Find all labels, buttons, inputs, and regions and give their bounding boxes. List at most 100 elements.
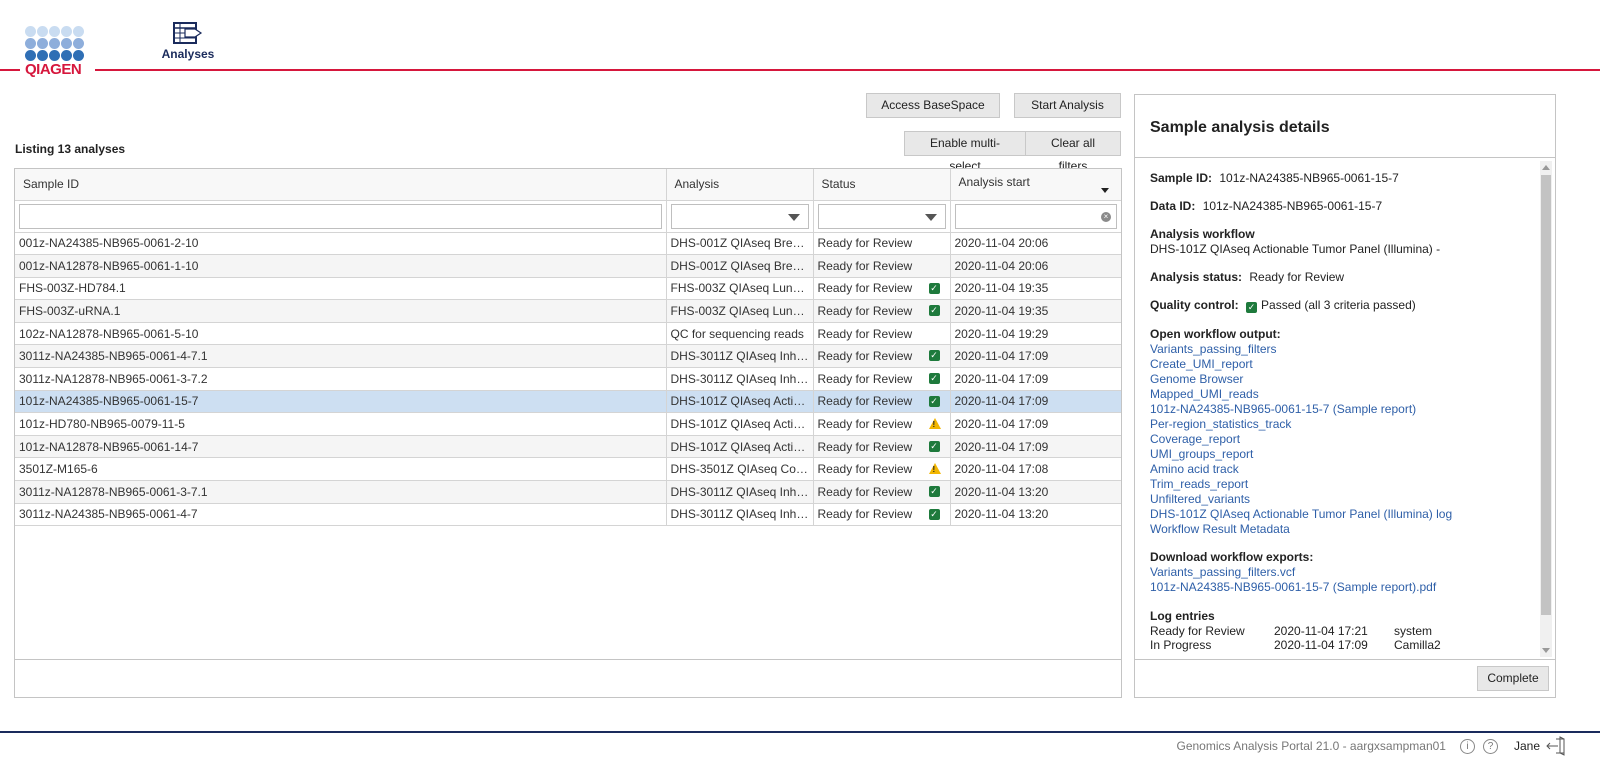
sample-id-cell: 3011z-NA24385-NB965-0061-4-7 <box>15 503 667 527</box>
analysis-filter-select[interactable] <box>670 203 809 229</box>
sample-id-label: Sample ID: <box>1150 171 1213 185</box>
log-status: In Progress <box>1150 638 1212 652</box>
workflow-output-link[interactable]: Create_UMI_report <box>1150 357 1540 372</box>
workflow-outputs-label: Open workflow output: <box>1150 327 1281 341</box>
sample-id-cell: FHS-003Z-HD784.1 <box>15 277 667 301</box>
workflow-output-link[interactable]: Workflow Result Metadata <box>1150 522 1540 537</box>
sample-id-field: Sample ID: 101z-NA24385-NB965-0061-15-7 <box>1150 171 1540 185</box>
analysis-cell: FHS-003Z QIAseq Lung ... <box>666 299 814 323</box>
workflow-output-link[interactable]: Genome Browser <box>1150 372 1540 387</box>
table-row[interactable]: 001z-NA12878-NB965-0061-1-10 DHS-001Z QIA… <box>15 254 1121 278</box>
quality-control-value: Passed (all 3 criteria passed) <box>1261 298 1416 312</box>
qc-passed-check-icon: ✓ <box>928 486 940 498</box>
complete-button[interactable]: Complete <box>1477 666 1549 691</box>
status-cell: Ready for Review <box>813 232 951 256</box>
table-row[interactable]: FHS-003Z-HD784.1 FHS-003Z QIAseq Lung ...… <box>15 277 1121 301</box>
analysis-cell: FHS-003Z QIAseq Lung ... <box>666 277 814 301</box>
sample-id-cell: 101z-HD780-NB965-0079-11-5 <box>15 412 667 436</box>
status-cell: Ready for Review ✓ <box>813 390 951 414</box>
table-row[interactable]: 101z-HD780-NB965-0079-11-5 DHS-101Z QIAse… <box>15 412 1121 436</box>
analysis-start-cell: 2020-11-04 17:09 <box>950 344 1121 369</box>
analysis-start-filter-input[interactable]: × <box>954 203 1117 229</box>
workflow-output-link[interactable]: Mapped_UMI_reads <box>1150 387 1540 402</box>
qc-passed-check-icon: ✓ <box>928 508 940 520</box>
workflow-output-link[interactable]: Coverage_report <box>1150 432 1540 447</box>
details-scrollbar[interactable] <box>1540 161 1552 657</box>
info-icon[interactable]: i <box>1459 738 1475 754</box>
listing-count: Listing 13 analyses <box>15 142 126 156</box>
start-analysis-button[interactable]: Start Analysis <box>1014 93 1121 118</box>
workflow-output-link[interactable]: 101z-NA24385-NB965-0061-15-7 (Sample rep… <box>1150 402 1540 417</box>
workflow-output-link[interactable]: Trim_reads_report <box>1150 477 1540 492</box>
workflow-output-link[interactable]: UMI_groups_report <box>1150 447 1540 462</box>
analysis-start-cell: 2020-11-04 17:09 <box>950 367 1121 391</box>
logo-wordmark: QIAGEN <box>25 61 82 78</box>
table-row[interactable]: 3011z-NA24385-NB965-0061-4-7.1 DHS-3011Z … <box>15 344 1121 369</box>
details-divider <box>1135 157 1555 158</box>
workflow-output-link[interactable]: Variants_passing_filters <box>1150 342 1540 357</box>
logout-icon[interactable] <box>1546 736 1568 756</box>
status-cell: Ready for Review ✓ <box>813 435 951 459</box>
table-row[interactable]: 3011z-NA24385-NB965-0061-4-7 DHS-3011Z QI… <box>15 503 1121 527</box>
details-title: Sample analysis details <box>1150 119 1330 136</box>
status-cell: Ready for Review ✓ <box>813 367 951 391</box>
scrollbar-thumb[interactable] <box>1541 175 1551 615</box>
qc-passed-check-icon: ✓ <box>928 282 940 294</box>
log-entries-label: Log entries <box>1150 609 1215 623</box>
qc-passed-check-icon: ✓ <box>928 373 940 385</box>
workflow-label: Analysis workflow <box>1150 227 1255 241</box>
scroll-up-icon[interactable] <box>1542 165 1550 170</box>
table-row[interactable]: 001z-NA24385-NB965-0061-2-10 DHS-001Z QIA… <box>15 232 1121 256</box>
table-row[interactable]: FHS-003Z-uRNA.1 FHS-003Z QIAseq Lung ... R… <box>15 299 1121 323</box>
qc-warning-icon: ! <box>928 418 941 430</box>
analysis-cell: DHS-101Z QIAseq Actio... <box>666 435 814 459</box>
workflow-export-link[interactable]: Variants_passing_filters.vcf <box>1150 565 1540 580</box>
table-row[interactable]: 101z-NA24385-NB965-0061-15-7 DHS-101Z QIA… <box>15 390 1121 414</box>
log-user: system <box>1394 624 1433 638</box>
status-filter-select[interactable] <box>817 203 946 229</box>
workflow-output-link[interactable]: Amino acid track <box>1150 462 1540 477</box>
workflow-export-link[interactable]: 101z-NA24385-NB965-0061-15-7 (Sample rep… <box>1150 580 1540 595</box>
log-time: 2020-11-04 17:09 <box>1274 638 1368 652</box>
column-header-status[interactable]: Status <box>813 169 951 201</box>
analysis-cell: DHS-3011Z QIAseq Inher... <box>666 344 814 369</box>
app-header: QIAGEN Analyses <box>0 0 1600 78</box>
enable-multiselect-button[interactable]: Enable multi-select <box>904 131 1026 173</box>
workflow-output-link[interactable]: Unfiltered_variants <box>1150 492 1540 507</box>
nav-analyses[interactable]: Analyses <box>160 22 216 61</box>
access-basespace-button[interactable]: Access BaseSpace <box>866 93 1000 118</box>
clear-filter-icon[interactable]: × <box>1101 211 1111 222</box>
status-text: Ready for Review <box>817 417 913 432</box>
table-footer-divider <box>15 659 1121 660</box>
table-row[interactable]: 3011z-NA12878-NB965-0061-3-7.2 DHS-3011Z … <box>15 367 1121 391</box>
details-body: Sample ID: 101z-NA24385-NB965-0061-15-7 … <box>1150 159 1540 659</box>
workflow-output-link[interactable]: Per-region_statistics_track <box>1150 417 1540 432</box>
sample-id-cell: 3011z-NA12878-NB965-0061-3-7.2 <box>15 367 667 391</box>
column-header-sample-id[interactable]: Sample ID <box>15 169 667 201</box>
column-header-analysis-start[interactable]: Analysis start <box>950 169 1121 201</box>
clear-all-filters-button[interactable]: Clear all filters <box>1025 131 1121 173</box>
table-row[interactable]: 101z-NA12878-NB965-0061-14-7 DHS-101Z QIA… <box>15 435 1121 459</box>
column-header-analysis[interactable]: Analysis <box>666 169 814 201</box>
status-text: Ready for Review <box>817 326 913 341</box>
workflow-value: DHS-101Z QIAseq Actionable Tumor Panel (… <box>1150 242 1441 256</box>
status-cell: Ready for Review ✓ <box>813 503 951 527</box>
table-row[interactable]: 3011z-NA12878-NB965-0061-3-7.1 DHS-3011Z … <box>15 480 1121 504</box>
status-cell: Ready for Review <box>813 254 951 278</box>
analysis-start-cell: 2020-11-04 20:06 <box>950 232 1121 256</box>
sort-descending-icon[interactable] <box>1101 188 1109 194</box>
status-text: Ready for Review <box>817 439 913 454</box>
analyses-table: Sample ID Analysis Status Analysis start… <box>14 168 1122 698</box>
sample-id-filter-input[interactable] <box>19 203 662 229</box>
help-icon[interactable]: ? <box>1482 738 1498 754</box>
status-cell: Ready for Review ✓ <box>813 299 951 323</box>
log-time: 2020-11-04 17:21 <box>1274 624 1368 638</box>
table-row[interactable]: 3501Z-M165-6 DHS-3501Z QIAseq Com... Ready… <box>15 457 1121 482</box>
log-entry: Ready for Review 2020-11-04 17:21 system <box>1150 624 1540 638</box>
analysis-status-label: Analysis status: <box>1150 270 1243 284</box>
qc-passed-check-icon: ✓ <box>928 440 940 452</box>
analysis-cell: QC for sequencing reads <box>666 322 814 346</box>
workflow-output-link[interactable]: DHS-101Z QIAseq Actionable Tumor Panel (… <box>1150 507 1540 522</box>
table-row[interactable]: 102z-NA12878-NB965-0061-5-10 QC for seque… <box>15 322 1121 346</box>
scroll-down-icon[interactable] <box>1542 648 1550 653</box>
